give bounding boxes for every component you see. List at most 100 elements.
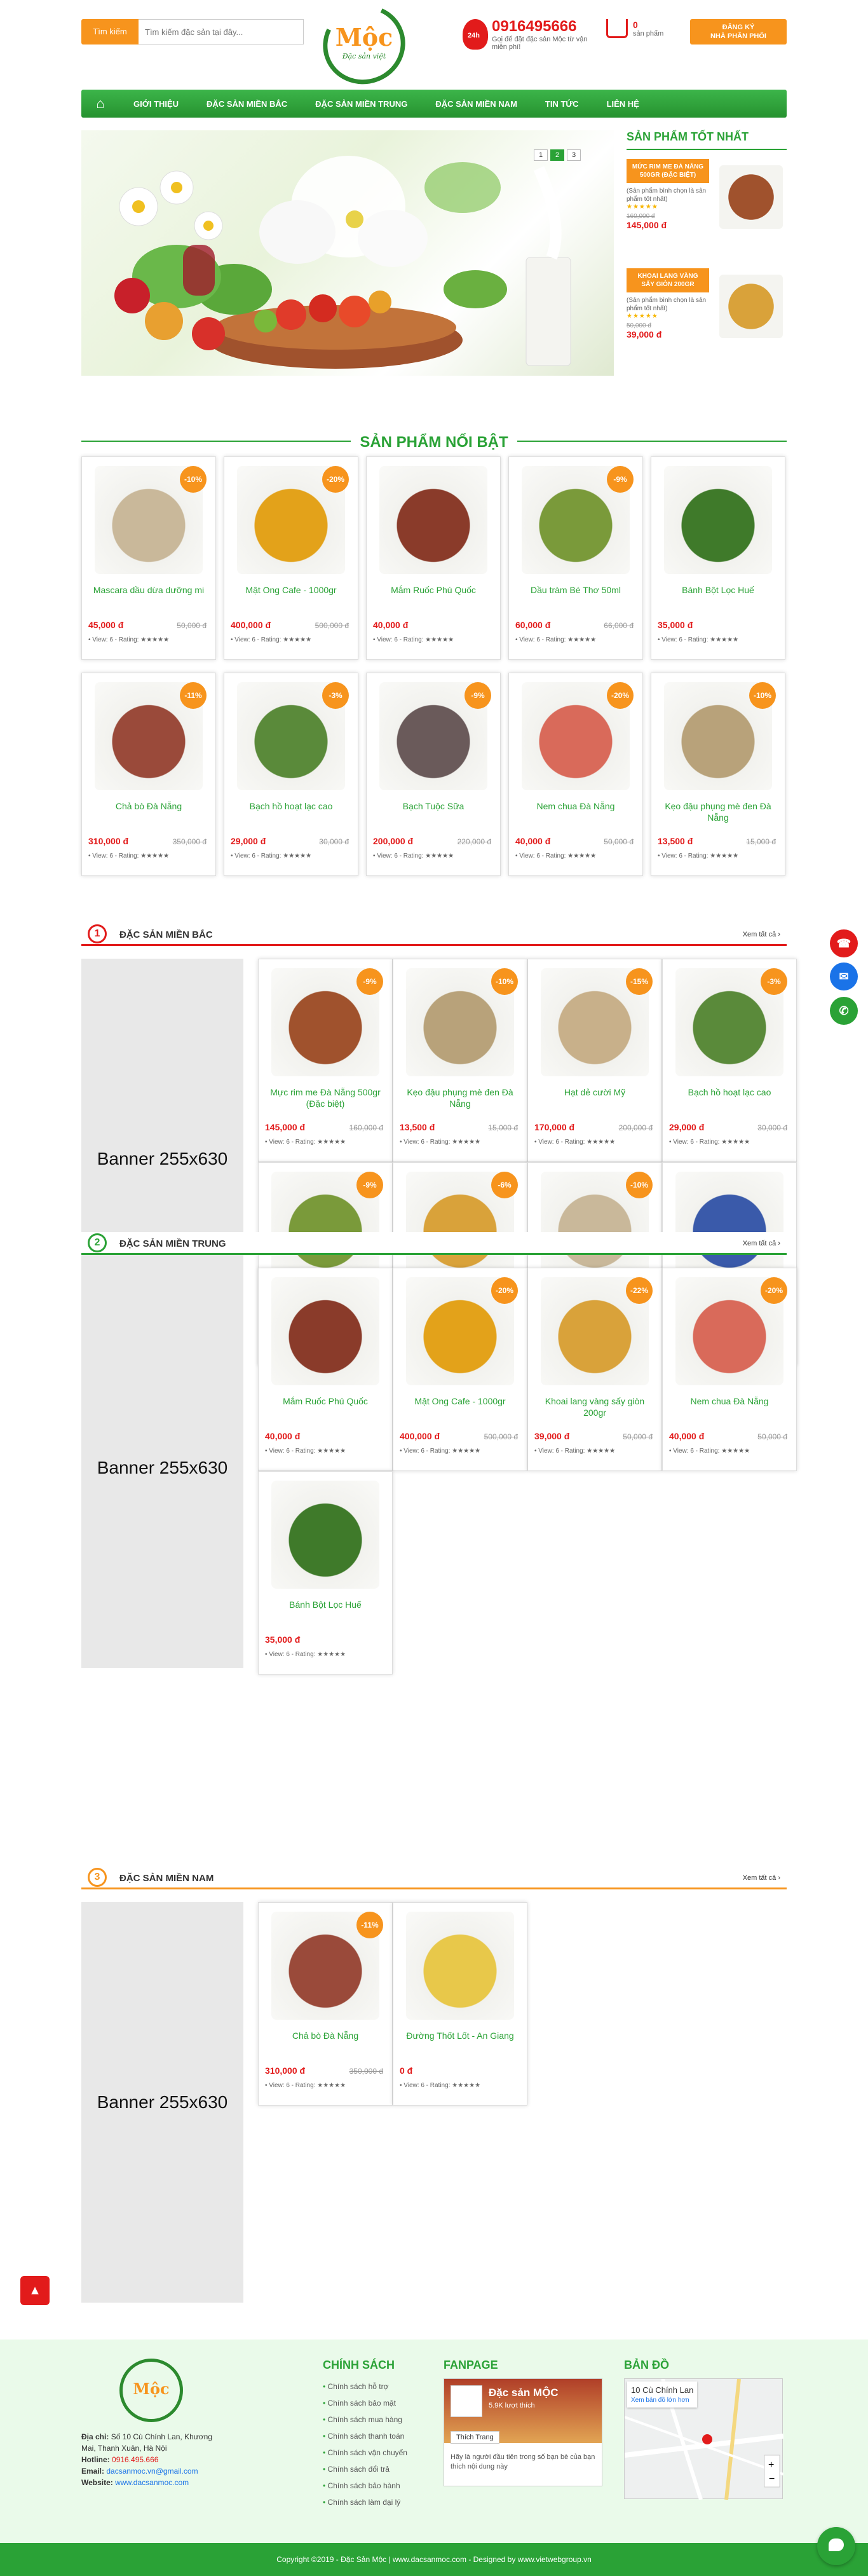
float-messenger-icon[interactable]: ✆ — [830, 997, 858, 1025]
footer-logo[interactable]: Mộc — [119, 2359, 183, 2422]
product-name[interactable]: Bạch hồ hoạt lạc cao — [669, 1086, 790, 1112]
product-card[interactable]: -9% Bạch Tuộc Sữa 200,000 đ 220,000 đ • View… — [366, 673, 501, 876]
best-item-tag[interactable]: MỨC RIM ME ĐÀ NẴNG 500GR (ĐẶC BIỆT) — [627, 159, 709, 183]
product-name[interactable]: Nem chua Đà Nẵng — [515, 800, 636, 826]
product-card[interactable]: -10% Kẹo đậu phụng mè đen Đà Nẵng 13,500 đ… — [651, 673, 785, 876]
category-title[interactable]: ĐẶC SẢN MIỀN NAM — [119, 1873, 214, 1884]
product-name[interactable]: Mắm Ruốc Phú Quốc — [373, 584, 494, 610]
best-item-image[interactable] — [719, 165, 783, 229]
product-name[interactable]: Mật Ong Cafe - 1000gr — [400, 1395, 520, 1421]
product-card[interactable]: -15% Hạt dẻ cười Mỹ 170,000 đ 200,000 đ • Vi… — [527, 959, 662, 1162]
product-card[interactable]: -11% Chả bò Đà Nẵng 310,000 đ 350,000 đ • Vi… — [81, 673, 216, 876]
product-card[interactable]: -20% Nem chua Đà Nẵng 40,000 đ 50,000 đ • Vi… — [662, 1268, 797, 1471]
policy-link[interactable]: Chính sách hỗ trợ — [323, 2378, 437, 2395]
nav-item-central[interactable]: ĐẶC SẢN MIỀN TRUNG — [301, 99, 421, 109]
product-card[interactable]: -9% Dầu tràm Bé Thơ 50ml 60,000 đ 66,000 đ •… — [508, 456, 643, 660]
footer-hotline[interactable]: 0916.495.666 — [112, 2455, 158, 2464]
policy-link[interactable]: Chính sách mua hàng — [323, 2411, 437, 2428]
product-name[interactable]: Đường Thốt Lốt - An Giang — [400, 2030, 520, 2055]
slider-dot-2[interactable]: 2 — [550, 149, 564, 161]
policy-link[interactable]: Chính sách đổi trả — [323, 2461, 437, 2477]
slider-dot-1[interactable]: 1 — [534, 149, 548, 161]
product-name[interactable]: Chả bò Đà Nẵng — [265, 2030, 386, 2055]
chat-icon[interactable] — [817, 2527, 855, 2565]
best-item-image[interactable] — [719, 275, 783, 338]
best-item[interactable]: MỨC RIM ME ĐÀ NẴNG 500GR (ĐẶC BIỆT) (Sản … — [627, 159, 787, 259]
product-name[interactable]: Mực rim me Đà Nẵng 500gr (Đặc biệt) — [265, 1086, 386, 1112]
footer-email[interactable]: dacsanmoc.vn@gmail.com — [106, 2467, 198, 2476]
category-banner[interactable]: Banner 255x630 — [81, 1268, 243, 1668]
best-item-tag[interactable]: KHOAI LANG VÀNG SẤY GIÒN 200GR — [627, 268, 709, 292]
product-name[interactable]: Nem chua Đà Nẵng — [669, 1395, 790, 1421]
fanpage-like-button[interactable]: Thích Trang — [451, 2431, 499, 2444]
float-phone-icon[interactable]: ☎ — [830, 929, 858, 957]
product-card[interactable]: Bánh Bột Lọc Huế 35,000 đ • View: 6 - Rati… — [651, 456, 785, 660]
search-input[interactable] — [139, 19, 304, 45]
product-name[interactable]: Dầu tràm Bé Thơ 50ml — [515, 584, 636, 610]
product-name[interactable]: Kẹo đậu phụng mè đen Đà Nẵng — [400, 1086, 520, 1112]
search-button[interactable]: Tìm kiếm — [81, 19, 139, 45]
nav-item-about[interactable]: GIỚI THIỆU — [119, 99, 193, 109]
product-name[interactable]: Chả bò Đà Nẵng — [88, 800, 209, 826]
view-all-link[interactable]: Xem tất cả › — [743, 1874, 780, 1882]
nav-item-contact[interactable]: LIÊN HỆ — [593, 99, 653, 109]
product-name[interactable]: Mascara dầu dừa dưỡng mi — [88, 584, 209, 610]
policy-link[interactable]: Chính sách làm đại lý — [323, 2494, 437, 2511]
category-title[interactable]: ĐẶC SẢN MIỀN TRUNG — [119, 1238, 226, 1249]
fanpage-widget[interactable]: Đặc sản MỘC 5.9K lượt thích Thích Trang … — [444, 2378, 602, 2486]
best-item[interactable]: KHOAI LANG VÀNG SẤY GIÒN 200GR (Sản phẩm … — [627, 268, 787, 369]
float-message-icon[interactable]: ✉ — [830, 963, 858, 990]
product-card[interactable]: -20% Nem chua Đà Nẵng 40,000 đ 50,000 đ • Vi… — [508, 673, 643, 876]
product-name[interactable]: Kẹo đậu phụng mè đen Đà Nẵng — [658, 800, 778, 826]
nav-item-south[interactable]: ĐẶC SẢN MIỀN NAM — [421, 99, 531, 109]
footer-website[interactable]: www.dacsanmoc.com — [115, 2478, 189, 2487]
hotline[interactable]: 0916495666 Gọi để đặt đặc sản Mộc từ vận… — [463, 18, 600, 51]
policy-link[interactable]: Chính sách bảo mật — [323, 2395, 437, 2411]
product-card[interactable]: Đường Thốt Lốt - An Giang 0 đ • View: 6 - … — [393, 1902, 527, 2106]
slider-dot-3[interactable]: 3 — [567, 149, 581, 161]
product-name[interactable]: Bánh Bột Lọc Huế — [658, 584, 778, 610]
product-name[interactable]: Mật Ong Cafe - 1000gr — [231, 584, 351, 610]
product-card[interactable]: -22% Khoai lang vàng sấy giòn 200gr 39,000… — [527, 1268, 662, 1471]
nav-item-news[interactable]: TIN TỨC — [531, 99, 593, 109]
product-card[interactable]: Mắm Ruốc Phú Quốc 40,000 đ • View: 6 - Rat… — [258, 1268, 393, 1471]
category-banner[interactable]: Banner 255x630 — [81, 1902, 243, 2303]
view-all-link[interactable]: Xem tất cả › — [743, 931, 780, 938]
category-title[interactable]: ĐẶC SẢN MIỀN BẮC — [119, 929, 213, 940]
policy-link[interactable]: Chính sách bảo hành — [323, 2477, 437, 2494]
back-to-top-icon[interactable]: ▲ — [20, 2276, 50, 2305]
product-card[interactable]: -11% Chả bò Đà Nẵng 310,000 đ 350,000 đ • Vi… — [258, 1902, 393, 2106]
product-name[interactable]: Bạch hồ hoạt lạc cao — [231, 800, 351, 826]
product-name[interactable]: Khoai lang vàng sấy giòn 200gr — [534, 1395, 655, 1421]
product-card[interactable]: -20% Mật Ong Cafe - 1000gr 400,000 đ 500,00… — [224, 456, 358, 660]
nav-item-north[interactable]: ĐẶC SẢN MIỀN BẮC — [193, 99, 301, 109]
product-card[interactable]: Mắm Ruốc Phú Quốc 40,000 đ • View: 6 - Rat… — [366, 456, 501, 660]
policy-link[interactable]: Chính sách vận chuyển — [323, 2444, 437, 2461]
product-card[interactable]: -3% Bạch hồ hoạt lạc cao 29,000 đ 30,000 đ •… — [224, 673, 358, 876]
map-larger-link[interactable]: Xem bản đồ lớn hơn — [631, 2397, 693, 2404]
product-name[interactable]: Bánh Bột Lọc Huế — [265, 1599, 386, 1624]
category-number: 1 — [88, 924, 107, 943]
product-image[interactable] — [271, 1277, 379, 1385]
product-card[interactable]: Bánh Bột Lọc Huế 35,000 đ • View: 6 - Rati… — [258, 1471, 393, 1675]
product-image[interactable] — [271, 1481, 379, 1589]
home-icon[interactable]: ⌂ — [81, 95, 119, 112]
product-name[interactable]: Bạch Tuộc Sữa — [373, 800, 494, 826]
product-name[interactable]: Hạt dẻ cười Mỹ — [534, 1086, 655, 1112]
product-card[interactable]: -3% Bạch hồ hoạt lạc cao 29,000 đ 30,000 đ •… — [662, 959, 797, 1162]
product-card[interactable]: -10% Kẹo đậu phụng mè đen Đà Nẵng 13,500 đ… — [393, 959, 527, 1162]
product-image[interactable] — [379, 466, 487, 574]
logo[interactable]: Mộc Đặc sản việt — [323, 5, 405, 84]
product-card[interactable]: -9% Mực rim me Đà Nẵng 500gr (Đặc biệt) 14… — [258, 959, 393, 1162]
view-all-link[interactable]: Xem tất cả › — [743, 1240, 780, 1247]
map-widget[interactable]: + − 10 Cù Chính Lan Xem bản đồ lớn hơn — [624, 2378, 783, 2500]
product-image[interactable] — [406, 1912, 514, 2020]
hero-slide[interactable]: 1 2 3 — [81, 130, 614, 376]
register-distributor-button[interactable]: ĐĂNG KÝ NHÀ PHÂN PHỐI — [690, 19, 787, 45]
cart[interactable]: 0 sản phẩm — [606, 19, 663, 38]
product-card[interactable]: -10% Mascara dầu dừa dưỡng mi 45,000 đ 50,0… — [81, 456, 216, 660]
product-image[interactable] — [664, 466, 772, 574]
product-card[interactable]: -20% Mật Ong Cafe - 1000gr 400,000 đ 500,00… — [393, 1268, 527, 1471]
policy-link[interactable]: Chính sách thanh toán — [323, 2428, 437, 2444]
product-name[interactable]: Mắm Ruốc Phú Quốc — [265, 1395, 386, 1421]
